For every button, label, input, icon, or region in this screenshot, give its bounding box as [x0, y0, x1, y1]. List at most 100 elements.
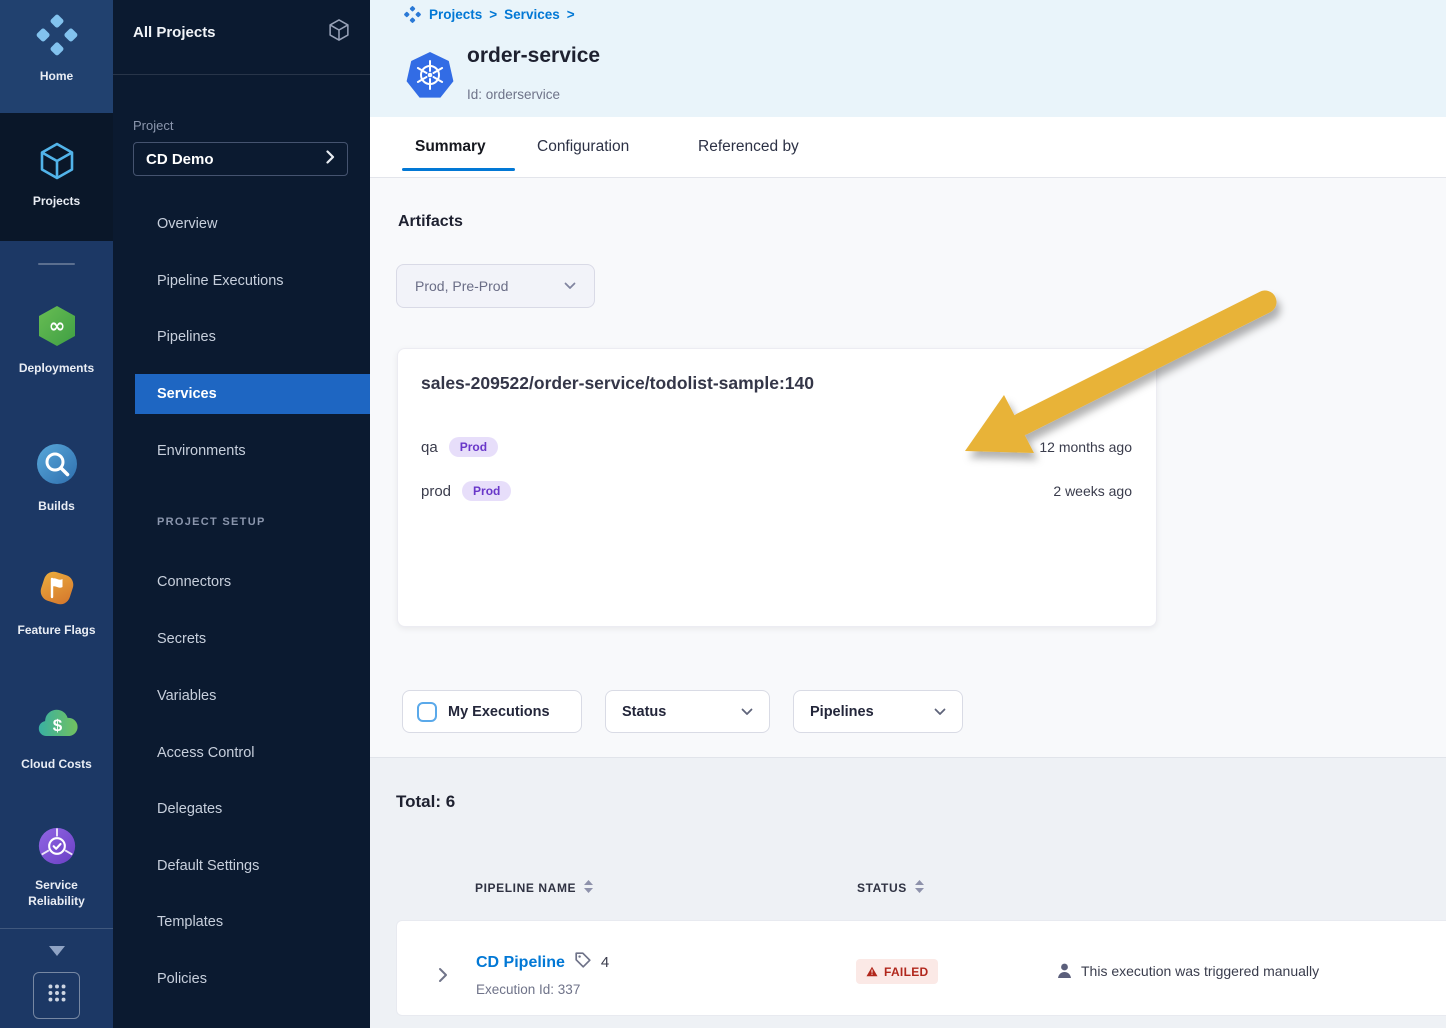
sidebar-item-services[interactable]: Services: [135, 374, 370, 414]
deployments-icon: ∞: [34, 303, 80, 354]
status-filter-dropdown[interactable]: Status: [605, 690, 770, 733]
status-header-label: STATUS: [857, 881, 907, 895]
env-type-badge: Prod: [449, 437, 498, 457]
app-grid-button[interactable]: [33, 972, 80, 1019]
sidebar-item-policies[interactable]: Policies: [113, 960, 370, 998]
breadcrumb-services[interactable]: Services: [504, 7, 560, 22]
rail-item-feature-flags[interactable]: Feature Flags: [0, 565, 113, 639]
pipeline-link[interactable]: CD Pipeline: [476, 954, 565, 972]
trigger-note-text: This execution was triggered manually: [1081, 963, 1319, 979]
chevron-down-icon: [564, 277, 576, 295]
rail-item-builds[interactable]: Builds: [0, 441, 113, 515]
service-header: Projects > Services > order-service Id: …: [370, 0, 1446, 117]
rail-bottom-divider: [0, 928, 113, 929]
tab-configuration[interactable]: Configuration: [537, 138, 629, 156]
warning-triangle-icon: [866, 966, 878, 977]
rail-label-projects: Projects: [33, 194, 80, 210]
project-label: Project: [133, 118, 173, 133]
kubernetes-icon: [405, 51, 455, 106]
cube-icon[interactable]: [326, 17, 352, 48]
sidebar-item-default-settings[interactable]: Default Settings: [113, 847, 370, 885]
active-tab-underline: [402, 168, 515, 171]
sidebar-item-overview[interactable]: Overview: [113, 205, 370, 243]
sidebar-item-secrets[interactable]: Secrets: [113, 620, 370, 658]
breadcrumb-separator: >: [567, 7, 575, 22]
tag-count: 4: [601, 954, 609, 971]
collapse-chevron-icon[interactable]: [0, 946, 113, 964]
rail-label-home: Home: [40, 69, 73, 85]
total-count: Total: 6: [396, 792, 455, 812]
expand-chevron-icon[interactable]: [438, 967, 448, 988]
my-executions-checkbox[interactable]: [417, 702, 437, 722]
sort-icon[interactable]: [584, 880, 593, 896]
service-name-title: order-service: [467, 44, 600, 68]
rail-label-feature-flags: Feature Flags: [17, 623, 95, 639]
rail-item-projects[interactable]: Projects: [0, 113, 113, 241]
module-rail: Home Projects ∞ Deployments: [0, 0, 113, 1028]
rail-item-home[interactable]: Home: [0, 0, 113, 113]
all-projects-title[interactable]: All Projects: [133, 24, 216, 41]
my-executions-label: My Executions: [448, 704, 550, 720]
service-reliability-icon: [36, 825, 78, 872]
tab-bar: Summary Configuration Referenced by: [370, 117, 1446, 178]
sidebar-item-pipelines[interactable]: Pipelines: [113, 318, 370, 356]
sidebar-item-templates[interactable]: Templates: [113, 903, 370, 941]
artifact-env-row: prod Prod 2 weeks ago: [421, 478, 1132, 504]
environment-filter-value: Prod, Pre-Prod: [415, 278, 508, 294]
sidebar-item-variables[interactable]: Variables: [113, 677, 370, 715]
column-header-pipeline-name[interactable]: PIPELINE NAME: [475, 880, 593, 896]
pipeline-name-header-label: PIPELINE NAME: [475, 881, 576, 895]
tab-summary[interactable]: Summary: [415, 138, 486, 156]
sidebar-item-environments[interactable]: Environments: [113, 432, 370, 470]
tab-referenced-by[interactable]: Referenced by: [698, 138, 799, 156]
pipelines-filter-label: Pipelines: [810, 704, 874, 720]
rail-label-service-reliability: Service Reliability: [12, 878, 102, 909]
sidebar-item-pipeline-executions[interactable]: Pipeline Executions: [113, 262, 370, 300]
rail-item-service-reliability[interactable]: Service Reliability: [0, 825, 113, 909]
status-badge-failed: FAILED: [856, 959, 938, 984]
svg-text:∞: ∞: [48, 314, 65, 338]
sidebar-item-connectors[interactable]: Connectors: [113, 563, 370, 601]
artifact-title: sales-209522/order-service/todolist-samp…: [421, 373, 814, 394]
env-name: prod: [421, 483, 451, 500]
sidebar-item-file-store[interactable]: File Store: [113, 1017, 370, 1028]
sort-icon[interactable]: [915, 880, 924, 896]
breadcrumb-separator: >: [489, 7, 497, 22]
my-executions-filter[interactable]: My Executions: [402, 690, 582, 733]
grid-icon: [45, 981, 69, 1010]
project-setup-section-label: PROJECT SETUP: [157, 516, 266, 528]
project-name: CD Demo: [146, 151, 214, 168]
execution-table-row[interactable]: CD Pipeline 4 Execution Id: 337 FAILED T…: [396, 920, 1446, 1016]
builds-icon: [34, 441, 80, 492]
feature-flags-icon: [34, 565, 80, 616]
deploy-time: 2 weeks ago: [1053, 483, 1132, 499]
column-header-status[interactable]: STATUS: [857, 880, 924, 896]
main-content: Projects > Services > order-service Id: …: [370, 0, 1446, 1028]
project-selector[interactable]: CD Demo: [133, 142, 348, 176]
svg-text:$: $: [52, 716, 62, 735]
artifacts-heading: Artifacts: [398, 213, 463, 231]
projects-cube-icon: [35, 139, 79, 188]
environment-filter-dropdown[interactable]: Prod, Pre-Prod: [396, 264, 595, 308]
sidebar-item-access-control[interactable]: Access Control: [113, 734, 370, 772]
env-name: qa: [421, 439, 438, 456]
service-id: Id: orderservice: [467, 87, 560, 102]
chevron-right-icon: [326, 150, 335, 169]
sidebar-divider: [113, 74, 370, 75]
breadcrumb-projects[interactable]: Projects: [429, 7, 482, 22]
sidebar-item-delegates[interactable]: Delegates: [113, 790, 370, 828]
artifact-env-row: qa Prod 12 months ago: [421, 434, 1132, 460]
project-sidebar: All Projects Project CD Demo Overview Pi…: [113, 0, 370, 1028]
env-type-badge: Prod: [462, 481, 511, 501]
person-icon: [1056, 962, 1073, 979]
pipelines-filter-dropdown[interactable]: Pipelines: [793, 690, 963, 733]
rail-divider: [38, 263, 75, 265]
rail-item-cloud-costs[interactable]: $ Cloud Costs: [0, 699, 113, 773]
rail-label-builds: Builds: [38, 499, 75, 515]
harness-logo-icon: [34, 12, 80, 63]
status-filter-label: Status: [622, 704, 666, 720]
harness-logo-icon-small: [403, 5, 422, 24]
rail-item-deployments[interactable]: ∞ Deployments: [0, 303, 113, 377]
deploy-time: 12 months ago: [1039, 439, 1132, 455]
cloud-costs-icon: $: [34, 699, 80, 750]
